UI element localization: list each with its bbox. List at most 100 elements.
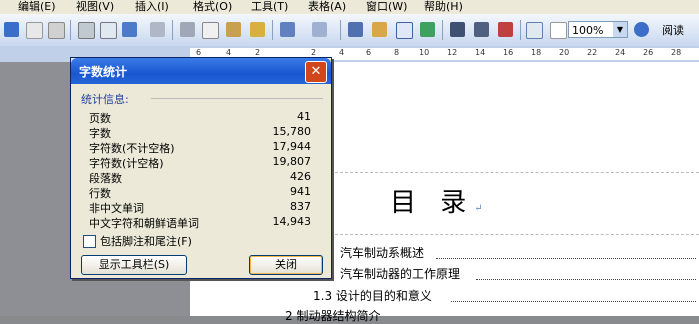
tables-borders-icon[interactable] (372, 22, 387, 37)
toc-leader (476, 279, 696, 280)
ruler-tick: 4 (226, 48, 232, 57)
ruler-tick: 6 (196, 48, 202, 57)
paragraph-marks-icon[interactable] (550, 22, 567, 39)
show-toolbar-button[interactable]: 显示工具栏(S) (81, 255, 187, 275)
copy-icon[interactable] (202, 22, 219, 39)
print-preview-icon[interactable] (100, 22, 117, 39)
insert-excel-icon[interactable] (420, 22, 435, 37)
format-painter-icon[interactable] (250, 22, 265, 37)
dialog-title-bar[interactable]: 字数统计 ✕ (71, 58, 331, 84)
menu-tools[interactable]: 工具(T) (251, 0, 288, 14)
stat-value: 17,944 (272, 140, 312, 153)
stat-label: 页数 (89, 112, 111, 125)
paragraph-mark-icon: ↵ (474, 203, 491, 214)
ruler-tick: 2 (311, 48, 317, 57)
toc-title-text: 目 录 (390, 188, 475, 218)
ruler-tick: 8 (394, 48, 400, 57)
ruler-tick: 18 (531, 48, 542, 57)
toolbar-separator (520, 20, 521, 40)
read-mode-button[interactable]: 阅读 (662, 22, 684, 38)
toc-entry[interactable]: 汽车制动器的工作原理 (340, 265, 460, 282)
table-gridline (330, 172, 699, 173)
hyperlink-icon[interactable] (348, 22, 363, 37)
ruler-tick: 24 (615, 48, 626, 57)
help-icon[interactable] (634, 22, 649, 37)
include-footnotes-checkbox[interactable] (83, 235, 96, 248)
toolbar-separator (442, 20, 443, 40)
stat-value: 941 (290, 185, 311, 198)
section-divider (151, 98, 323, 99)
show-hide-icon[interactable] (526, 22, 543, 39)
toc-entry[interactable]: 1.3 设计的目的和意义 (313, 287, 432, 304)
stat-row: 页数 41 (89, 110, 311, 125)
toc-entry[interactable]: 汽车制动系概述 (340, 244, 424, 261)
stat-row: 字符数(计空格) 19,807 (89, 155, 311, 170)
ruler-tick: 6 (366, 48, 372, 57)
stat-label: 字符数(计空格) (89, 157, 164, 170)
close-button[interactable]: 关闭 (249, 255, 323, 275)
include-footnotes-label[interactable]: 包括脚注和尾注(F) (100, 233, 192, 249)
stat-label: 字数 (89, 127, 111, 140)
stat-label: 段落数 (89, 172, 122, 185)
ruler-tick: 16 (503, 48, 514, 57)
ruler-tick: 4 (339, 48, 345, 57)
stat-row: 非中文单词 837 (89, 200, 311, 215)
menu-window[interactable]: 窗口(W) (366, 0, 407, 14)
print-icon[interactable] (78, 22, 95, 39)
toc-entry-text: 2 制动器结构简介 (285, 309, 381, 323)
close-icon[interactable]: ✕ (305, 61, 327, 83)
insert-table-icon[interactable] (396, 22, 413, 39)
menu-edit[interactable]: 编辑(E) (18, 0, 56, 14)
ruler-tick: 22 (587, 48, 598, 57)
stats-section-label: 统计信息: (81, 93, 129, 106)
ruler-tick: 20 (559, 48, 570, 57)
redo-icon[interactable] (312, 22, 327, 37)
ruler-tick: 12 (447, 48, 458, 57)
permission-icon[interactable] (26, 22, 43, 39)
standard-toolbar: 100% ▼ 阅读 (0, 14, 699, 47)
stat-label: 非中文单词 (89, 202, 144, 215)
research-icon[interactable] (150, 22, 165, 37)
stat-label: 行数 (89, 187, 111, 200)
toc-entry-text: 汽车制动系概述 (340, 246, 425, 260)
ruler-tick: 28 (671, 48, 682, 57)
toolbar-separator (272, 20, 273, 40)
toolbar-separator (340, 20, 341, 40)
zoom-select[interactable]: 100% ▼ (568, 21, 628, 38)
zoom-value: 100% (572, 24, 604, 37)
ruler-tick: 14 (475, 48, 486, 57)
menu-bar: 编辑(E) 视图(V) 插入(I) 格式(O) 工具(T) 表格(A) 窗口(W… (0, 0, 699, 14)
menu-table[interactable]: 表格(A) (308, 0, 346, 14)
stat-row: 字符数(不计空格) 17,944 (89, 140, 311, 155)
stat-value: 41 (297, 110, 311, 123)
menu-view[interactable]: 视图(V) (76, 0, 114, 14)
toc-leader (451, 301, 696, 302)
menu-help[interactable]: 帮助(H) (424, 0, 463, 14)
toolbar-separator (70, 20, 71, 40)
email-icon[interactable] (48, 22, 65, 39)
save-icon[interactable] (4, 22, 19, 37)
table-gridline (330, 234, 699, 235)
stat-row: 段落数 426 (89, 170, 311, 185)
close-label: 关闭 (275, 258, 297, 271)
stat-value: 19,807 (272, 155, 312, 168)
toc-entry-text: 汽车制动器的工作原理 (340, 267, 461, 281)
chevron-down-icon[interactable]: ▼ (613, 22, 627, 37)
columns-icon[interactable] (450, 22, 465, 37)
document-map-icon[interactable] (498, 22, 513, 37)
spelling-icon[interactable] (122, 22, 137, 37)
word-count-dialog: 字数统计 ✕ 统计信息: 页数 41 字数 15,780 字符数(不计空格) 17,9… (70, 57, 332, 279)
drawing-icon[interactable] (474, 22, 489, 37)
toc-entry-text: 1.3 设计的目的和意义 (313, 289, 432, 303)
menu-insert[interactable]: 插入(I) (135, 0, 169, 14)
stat-row: 字数 15,780 (89, 125, 311, 140)
paste-icon[interactable] (226, 22, 241, 37)
toc-leader (436, 258, 696, 259)
stat-value: 14,943 (272, 215, 312, 228)
toc-title: 目 录↵ (390, 182, 491, 219)
show-toolbar-label: 显示工具栏(S) (98, 258, 170, 271)
undo-icon[interactable] (280, 22, 295, 37)
cut-icon[interactable] (180, 22, 195, 37)
read-label: 阅读 (662, 24, 684, 37)
menu-format[interactable]: 格式(O) (193, 0, 232, 14)
